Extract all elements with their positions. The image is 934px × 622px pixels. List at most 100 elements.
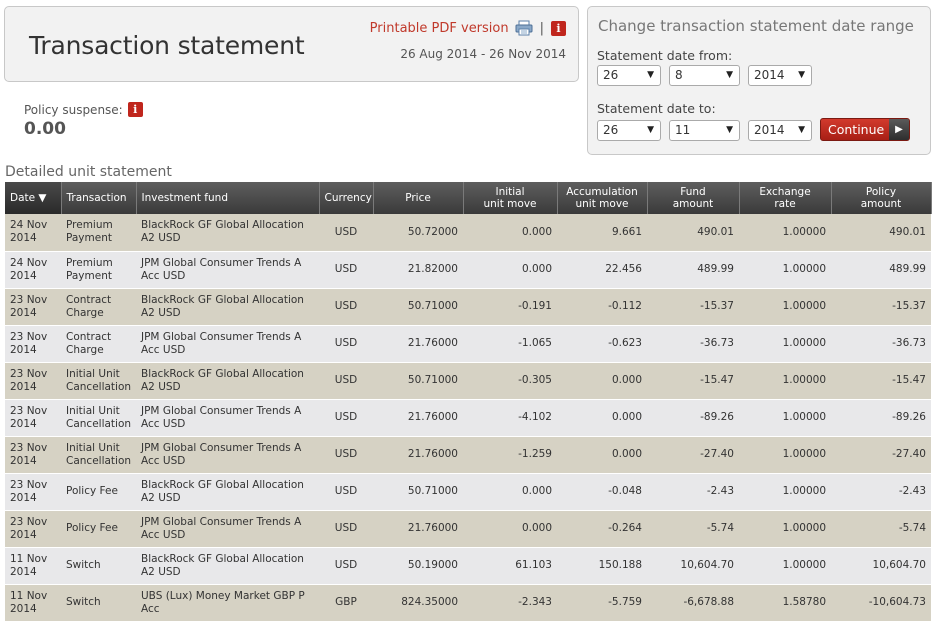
cell-fund-amount: -6,678.88 [647,584,739,622]
cell-initial: -0.191 [463,288,557,326]
policy-suspense-label-row: Policy suspense: i [24,102,143,117]
cell-fund-amount: 489.99 [647,251,739,289]
cell-currency: USD [319,399,373,437]
to-day-select[interactable]: 26 ▼ [597,120,661,141]
cell-transaction: Policy Fee [61,473,136,511]
cell-price: 50.71000 [373,362,463,400]
col-date-header[interactable]: Date ▼ [5,182,62,214]
table-row: 23 Nov 2014 Contract Charge JPM Global Con… [5,325,931,363]
cell-accum: -0.112 [557,288,647,326]
cell-accum: 150.188 [557,547,647,585]
cell-currency: USD [319,214,373,252]
cell-exchange: 1.58780 [739,584,831,622]
cell-price: 50.19000 [373,547,463,585]
cell-exchange: 1.00000 [739,436,831,474]
cell-policy: -15.37 [831,288,931,326]
col-currency-header[interactable]: Currency [319,182,374,214]
cell-initial: 0.000 [463,510,557,548]
cell-currency: USD [319,510,373,548]
cell-fund-amount: -5.74 [647,510,739,548]
cell-date: 11 Nov 2014 [5,547,61,585]
play-arrow-icon: ▶ [889,119,909,140]
table-row: 23 Nov 2014 Contract Charge BlackRock GF G… [5,288,931,326]
cell-price: 21.76000 [373,510,463,548]
table-row: 23 Nov 2014 Initial Unit Cancellation Blac… [5,362,931,400]
col-exchange-rate-header[interactable]: Exchange rate [739,182,832,214]
cell-price: 50.71000 [373,288,463,326]
cell-policy: -27.40 [831,436,931,474]
cell-transaction: Initial Unit Cancellation [61,399,136,437]
table-row: 23 Nov 2014 Initial Unit Cancellation JPM … [5,436,931,474]
cell-date: 23 Nov 2014 [5,510,61,548]
cell-currency: USD [319,547,373,585]
printer-icon[interactable] [515,20,533,36]
continue-button[interactable]: Continue ▶ [820,118,910,141]
date-range-panel: Change transaction statement date range … [587,6,931,155]
col-initial-header[interactable]: Initial unit move [463,182,558,214]
date-range-panel-title: Change transaction statement date range [598,17,914,35]
cell-initial: -2.343 [463,584,557,622]
col-fund-amount-header[interactable]: Fund amount [647,182,740,214]
cell-currency: USD [319,325,373,363]
cell-accum: 0.000 [557,436,647,474]
chevron-down-icon: ▼ [726,70,733,80]
cell-transaction: Contract Charge [61,325,136,363]
cell-fund: BlackRock GF Global Allocation A2 USD [136,288,319,326]
title-panel: Transaction statement Printable PDF vers… [4,6,579,82]
cell-transaction: Switch [61,584,136,622]
table-row: 24 Nov 2014 Premium Payment JPM Global Con… [5,251,931,289]
cell-currency: USD [319,436,373,474]
cell-fund: BlackRock GF Global Allocation A2 USD [136,362,319,400]
pdf-row: Printable PDF version | i [370,20,566,36]
table-row: 23 Nov 2014 Policy Fee BlackRock GF Global… [5,473,931,511]
cell-policy: 490.01 [831,214,931,252]
cell-exchange: 1.00000 [739,399,831,437]
col-policy-amount-header[interactable]: Policy amount [831,182,932,214]
from-month-select[interactable]: 8 ▼ [669,65,740,86]
cell-fund-amount: -89.26 [647,399,739,437]
chevron-down-icon: ▼ [798,70,805,80]
cell-currency: USD [319,251,373,289]
cell-date: 23 Nov 2014 [5,288,61,326]
cell-fund-amount: -2.43 [647,473,739,511]
from-day-select[interactable]: 26 ▼ [597,65,661,86]
info-icon[interactable]: i [551,20,566,36]
cell-transaction: Initial Unit Cancellation [61,362,136,400]
col-transaction-header[interactable]: Transaction [61,182,137,214]
cell-date: 23 Nov 2014 [5,436,61,474]
cell-exchange: 1.00000 [739,325,831,363]
cell-transaction: Premium Payment [61,214,136,252]
cell-fund: BlackRock GF Global Allocation A2 USD [136,473,319,511]
cell-policy: 489.99 [831,251,931,289]
table-row: 11 Nov 2014 Switch BlackRock GF Global All… [5,547,931,585]
cell-initial: 0.000 [463,214,557,252]
to-year-select[interactable]: 2014 ▼ [748,120,812,141]
cell-fund: JPM Global Consumer Trends A Acc USD [136,399,319,437]
cell-fund: JPM Global Consumer Trends A Acc USD [136,325,319,363]
printable-pdf-link[interactable]: Printable PDF version [370,21,509,36]
from-year-select[interactable]: 2014 ▼ [748,65,812,86]
to-month-select[interactable]: 11 ▼ [669,120,740,141]
cell-initial: -1.259 [463,436,557,474]
cell-exchange: 1.00000 [739,473,831,511]
cell-exchange: 1.00000 [739,214,831,252]
chevron-down-icon: ▼ [647,70,654,80]
table-row: 23 Nov 2014 Initial Unit Cancellation JPM … [5,399,931,437]
info-icon[interactable]: i [127,102,143,117]
cell-policy: -89.26 [831,399,931,437]
cell-fund-amount: -36.73 [647,325,739,363]
cell-currency: GBP [319,584,373,622]
cell-date: 11 Nov 2014 [5,584,61,622]
col-accumulation-header[interactable]: Accumulation unit move [557,182,648,214]
cell-price: 21.76000 [373,325,463,363]
policy-suspense-value: 0.00 [24,119,66,139]
date-to-label: Statement date to: [597,101,716,116]
col-fund-header[interactable]: Investment fund [136,182,320,214]
cell-price: 21.82000 [373,251,463,289]
cell-fund-amount: 10,604.70 [647,547,739,585]
cell-fund-amount: -15.37 [647,288,739,326]
cell-accum: -0.264 [557,510,647,548]
cell-fund-amount: -15.47 [647,362,739,400]
table-row: 24 Nov 2014 Premium Payment BlackRock GF G… [5,214,931,252]
col-price-header[interactable]: Price [373,182,464,214]
